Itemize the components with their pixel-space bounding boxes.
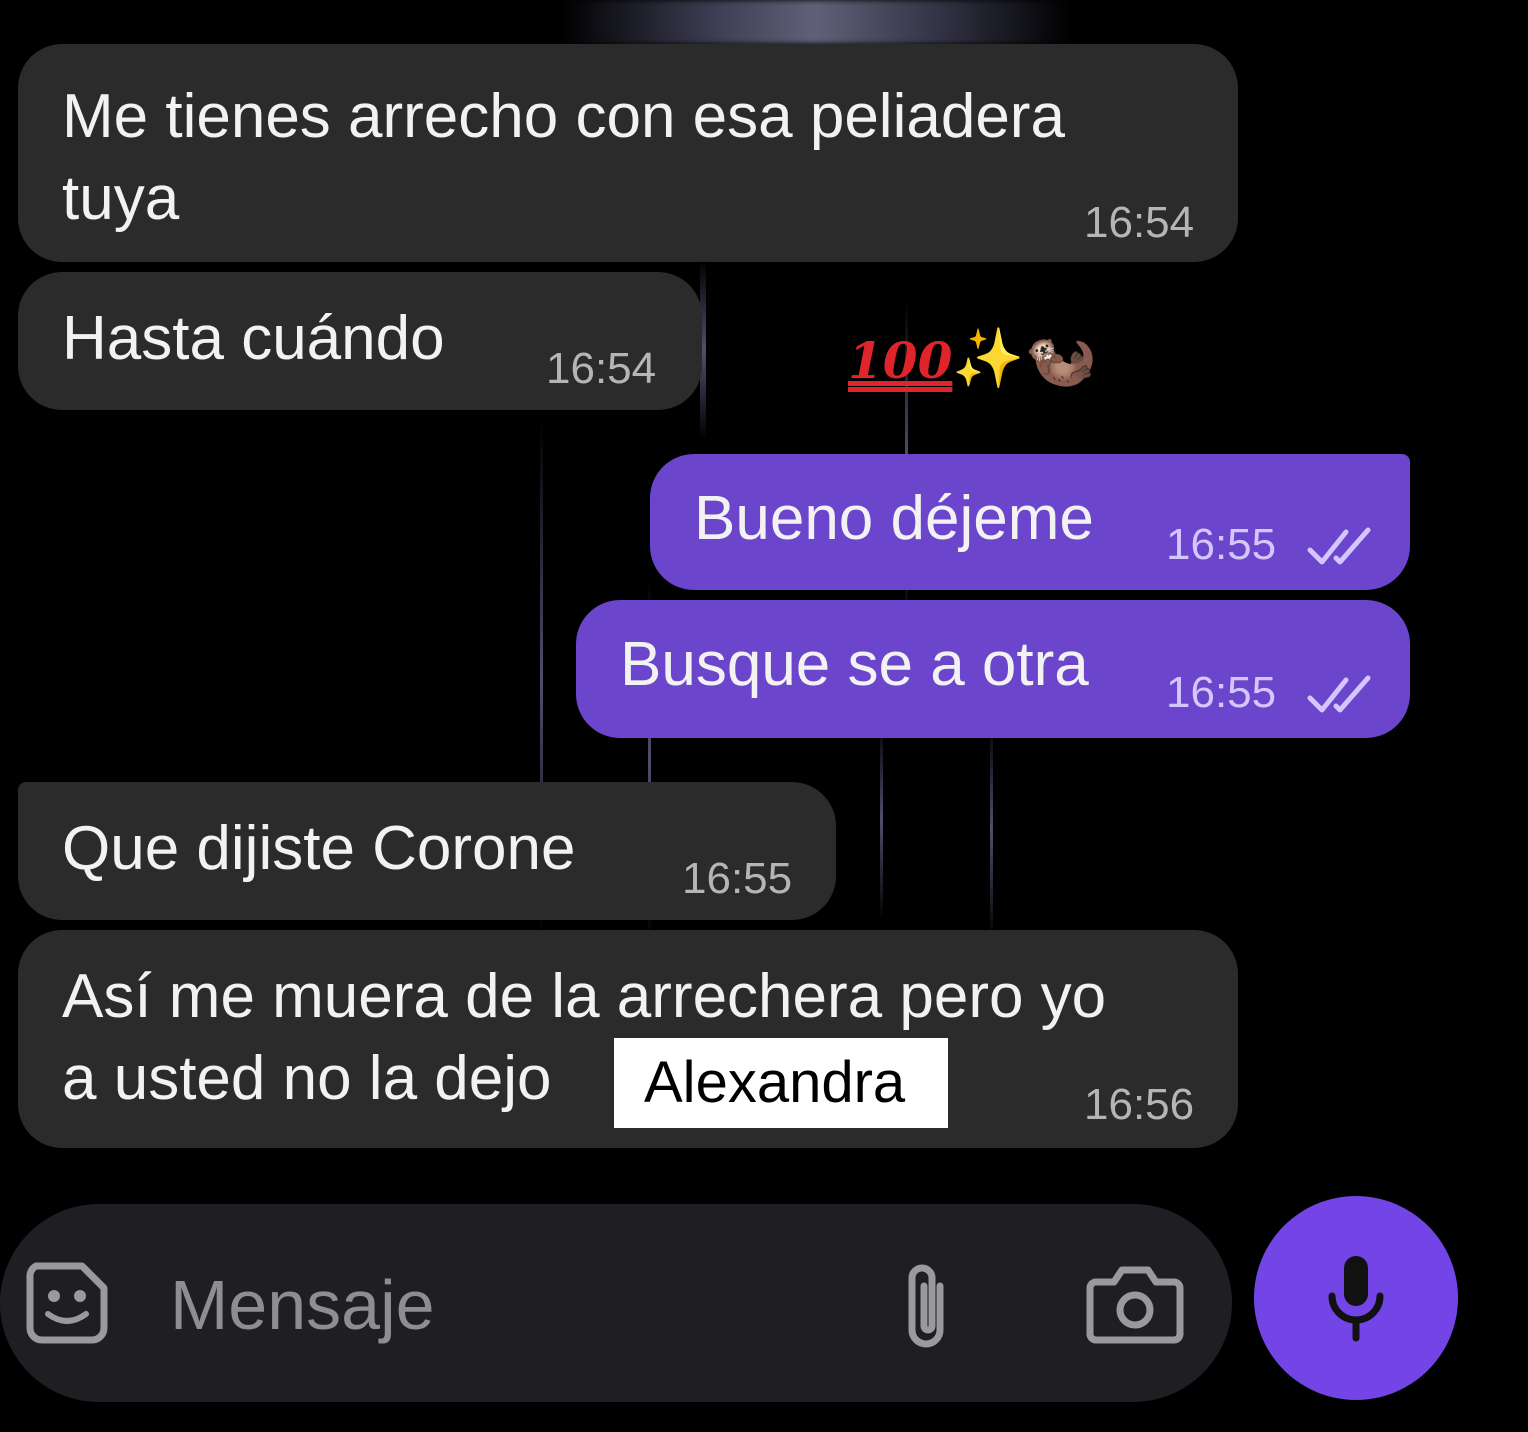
message-time: 16:55 xyxy=(1166,668,1277,717)
message-text: Que dijiste Corone xyxy=(62,814,576,883)
message-time: 16:54 xyxy=(546,344,657,393)
message-time: 16:54 xyxy=(1084,198,1195,247)
message-text: Así me muera de la arrechera pero yo a u… xyxy=(62,962,1107,1113)
camera-icon[interactable] xyxy=(1086,1262,1184,1346)
message-bubble-incoming[interactable]: Me tienes arrecho con esa peliadera tuya… xyxy=(18,44,1238,262)
100-emoji: 100 xyxy=(848,331,953,390)
name-label-overlay: Alexandra xyxy=(614,1038,948,1128)
chat-screen: Me tienes arrecho con esa peliadera tuya… xyxy=(0,0,1528,1432)
message-bubble-outgoing[interactable]: Bueno déjeme 16:55 xyxy=(650,454,1410,590)
message-composer[interactable]: Mensaje xyxy=(0,1204,1232,1402)
message-time: 16:56 xyxy=(1084,1080,1195,1129)
message-bubble-incoming[interactable]: Hasta cuándo 16:54 xyxy=(18,272,702,410)
message-text: Busque se a otra xyxy=(620,630,1089,699)
double-check-icon xyxy=(1307,527,1371,565)
emoji-sticker-overlay: 100✨🦦 xyxy=(848,318,1097,401)
message-time: 16:55 xyxy=(682,854,793,903)
message-input-placeholder[interactable]: Mensaje xyxy=(170,1264,435,1346)
otter-emoji: 🦦 xyxy=(1024,324,1097,392)
wallpaper-top-glow xyxy=(560,0,1070,44)
message-text: Me tienes arrecho con esa peliadera tuya xyxy=(62,82,1065,233)
wallpaper-streak xyxy=(990,720,993,940)
sticker-icon[interactable] xyxy=(22,1258,112,1348)
message-text: Bueno déjeme xyxy=(694,484,1094,553)
microphone-icon xyxy=(1328,1256,1384,1342)
attach-icon[interactable] xyxy=(896,1256,960,1356)
wallpaper-streak xyxy=(880,720,883,920)
double-check-icon xyxy=(1307,675,1371,713)
voice-message-button[interactable] xyxy=(1254,1196,1458,1400)
message-time: 16:55 xyxy=(1166,520,1277,569)
message-text: Hasta cuándo xyxy=(62,304,445,373)
sparkles-emoji: ✨ xyxy=(952,324,1025,392)
message-bubble-outgoing[interactable]: Busque se a otra 16:55 xyxy=(576,600,1410,738)
message-bubble-incoming[interactable]: Que dijiste Corone 16:55 xyxy=(18,782,836,920)
